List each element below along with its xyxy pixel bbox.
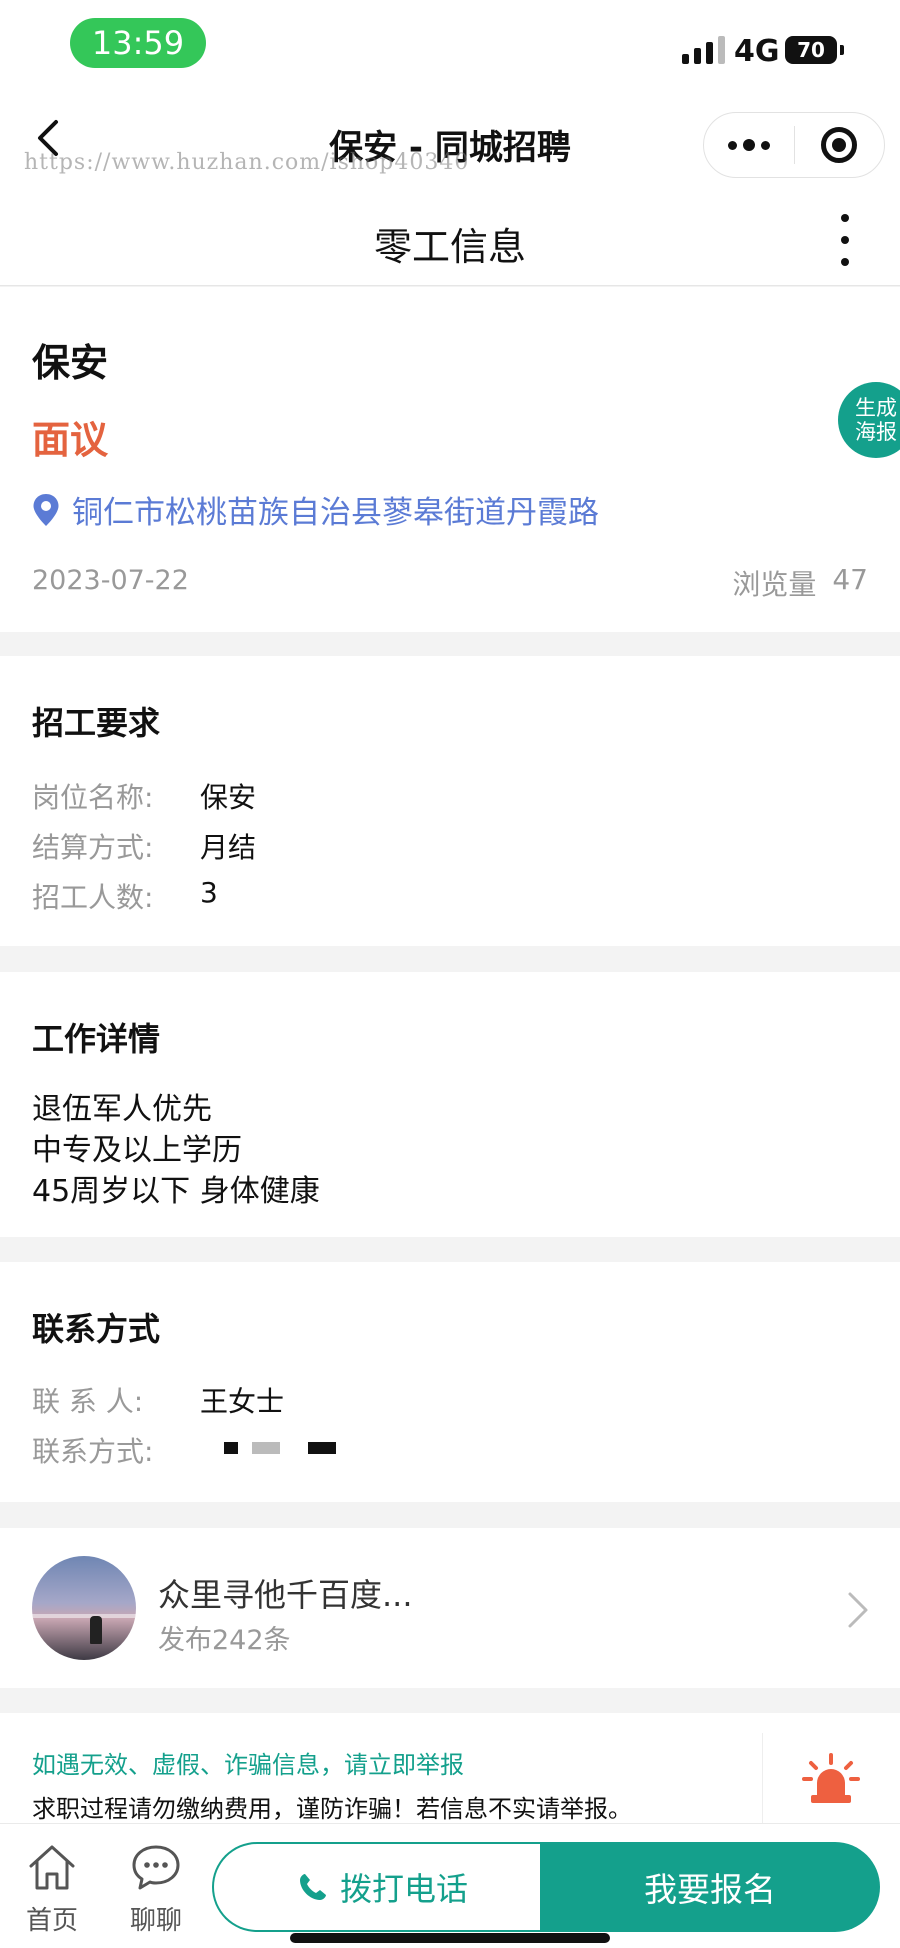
apply-button-label: 我要报名 — [644, 1870, 776, 1909]
tab-chat-label: 聊聊 — [129, 1906, 182, 1936]
tab-chat[interactable]: 聊聊 — [116, 1842, 196, 1937]
detail-line: 45周岁以下 身体健康 — [32, 1174, 320, 1209]
job-title: 保安 — [32, 341, 109, 385]
battery-icon: 70 — [785, 36, 844, 64]
post-date: 2023-07-22 — [32, 565, 189, 596]
requirement-key: 结算方式: — [32, 831, 154, 864]
more-icon[interactable] — [704, 113, 794, 177]
section-title: 联系方式 — [32, 1310, 161, 1348]
bottom-action-bar: 首页 聊聊 拨打电话 我要报名 — [0, 1823, 900, 1948]
requirement-value: 3 — [200, 876, 218, 909]
contact-phone-redacted[interactable] — [200, 1430, 336, 1470]
fraud-notice-card: 如遇无效、虚假、诈骗信息，请立即举报 求职过程请勿缴纳费用，谨防诈骗！若信息不实… — [0, 1713, 900, 1850]
phone-icon — [299, 1874, 326, 1900]
requirement-row: 结算方式: 月结 — [32, 826, 256, 866]
salary: 面议 — [32, 418, 109, 462]
location-text: 铜仁市松桃苗族自治县蓼皋街道丹霞路 — [72, 495, 599, 531]
publisher-post-count: 发布242条 — [158, 1625, 291, 1656]
report-prompt: 如遇无效、虚假、诈骗信息，请立即举报 — [32, 1751, 464, 1779]
requirement-key: 招工人数: — [32, 881, 154, 914]
poster-button-line2: 海报 — [855, 420, 897, 444]
report-button[interactable]: 举报 — [762, 1733, 900, 1850]
tab-home[interactable]: 首页 — [12, 1842, 92, 1937]
requirement-row: 岗位名称: 保安 — [32, 776, 256, 816]
chat-bubble-icon — [132, 1845, 180, 1890]
view-count: 浏览量 47 — [732, 563, 868, 603]
contact-phone-label: 联系方式: — [32, 1435, 154, 1468]
publisher-card[interactable]: 众里寻他千百度... 发布242条 — [0, 1528, 900, 1688]
signal-icon — [682, 36, 725, 64]
home-indicator — [290, 1933, 610, 1943]
location-pin-icon — [33, 493, 59, 526]
home-icon — [29, 1845, 75, 1890]
call-phone-button[interactable]: 拨打电话 — [212, 1842, 552, 1932]
requirement-row: 招工人数: 3 — [32, 876, 218, 916]
contact-card: 联系方式 联 系 人: 王女士 联系方式: — [0, 1262, 900, 1502]
detail-line: 中专及以上学历 — [32, 1133, 242, 1168]
job-summary-card: 保安 面议 生成 海报 铜仁市松桃苗族自治县蓼皋街道丹霞路 2023-07-22… — [0, 287, 900, 632]
job-details-card: 工作详情 退伍军人优先 中专及以上学历 45周岁以下 身体健康 — [0, 972, 900, 1237]
section-title: 工作详情 — [32, 1020, 161, 1058]
tab-home-label: 首页 — [25, 1906, 78, 1936]
generate-poster-button[interactable]: 生成 海报 — [838, 382, 900, 458]
requirement-value: 保安 — [200, 781, 257, 814]
page-title: 零工信息 — [373, 225, 526, 269]
views-label: 浏览量 — [732, 568, 817, 601]
publisher-name: 众里寻他千百度... — [158, 1576, 413, 1614]
contact-person-row: 联 系 人: 王女士 — [32, 1380, 284, 1420]
contact-person: 王女士 — [200, 1385, 285, 1418]
requirement-key: 岗位名称: — [32, 781, 154, 814]
kebab-menu-icon[interactable] — [835, 214, 855, 266]
call-button-label: 拨打电话 — [339, 1870, 468, 1908]
fraud-warning: 求职过程请勿缴纳费用，谨防诈骗！若信息不实请举报。 — [32, 1795, 632, 1823]
page-header: 零工信息 — [0, 200, 900, 286]
requirements-card: 招工要求 岗位名称: 保安 结算方式: 月结 招工人数: 3 — [0, 656, 900, 946]
views-value: 47 — [832, 563, 868, 596]
requirement-value: 月结 — [200, 831, 257, 864]
status-bar: 13:59 4G 70 — [0, 0, 900, 90]
contact-phone-row: 联系方式: — [32, 1430, 336, 1470]
location[interactable]: 铜仁市松桃苗族自治县蓼皋街道丹霞路 — [32, 487, 599, 532]
network-label: 4G — [734, 34, 780, 69]
contact-person-label: 联 系 人: — [32, 1385, 144, 1418]
chevron-right-icon — [848, 1592, 868, 1628]
status-time: 13:59 — [70, 18, 206, 68]
detail-line: 退伍军人优先 — [32, 1092, 212, 1127]
avatar — [32, 1556, 136, 1660]
close-miniprogram-icon[interactable] — [795, 113, 885, 177]
section-title: 招工要求 — [32, 704, 161, 742]
capsule-menu — [703, 112, 885, 178]
alarm-siren-icon — [802, 1753, 860, 1803]
watermark: https://www.huzhan.com/ishop40340 — [24, 150, 470, 175]
apply-button[interactable]: 我要报名 — [540, 1842, 880, 1932]
nav-bar: 保安 - 同城招聘 https://www.huzhan.com/ishop40… — [0, 90, 900, 200]
poster-button-line1: 生成 — [855, 396, 897, 420]
